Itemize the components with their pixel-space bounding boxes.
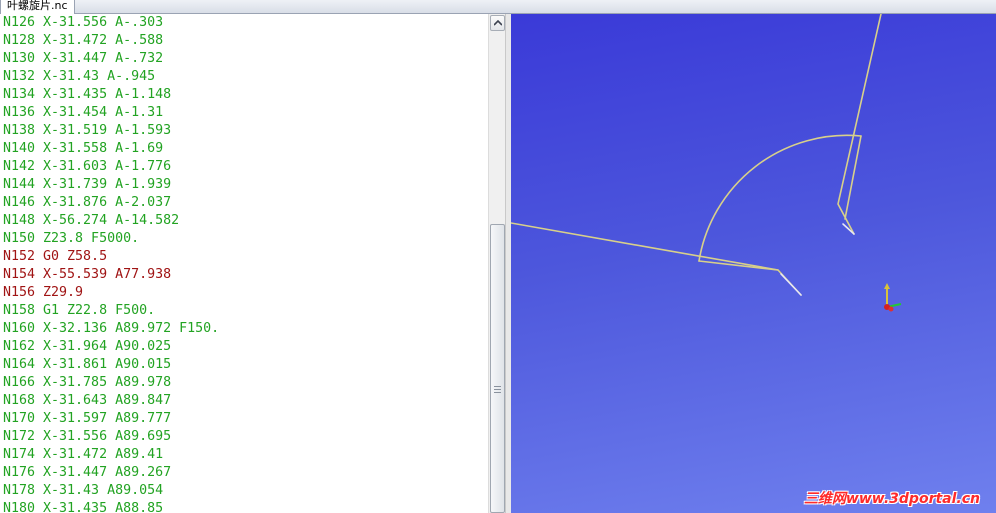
editor-scrollbar[interactable] [488, 14, 505, 513]
scroll-up-button[interactable] [490, 15, 505, 31]
code-line: N156 Z29.9 [3, 285, 84, 300]
code-line: N134 X-31.435 A-1.148 [3, 87, 172, 102]
arrow-up-icon [494, 20, 502, 26]
code-line: N154 X-55.539 A77.938 [3, 267, 172, 282]
code-line: N126 X-31.556 A-.303 [3, 15, 164, 30]
code-line: N140 X-31.558 A-1.69 [3, 141, 164, 156]
scroll-thumb[interactable] [490, 224, 505, 513]
grip-icon [494, 386, 501, 393]
code-line: N170 X-31.597 A89.777 [3, 411, 172, 426]
toolpath-line [837, 14, 882, 235]
code-line: N146 X-31.876 A-2.037 [3, 195, 172, 210]
code-line: N144 X-31.739 A-1.939 [3, 177, 172, 192]
watermark-text: 三维网www.3dportal.cn [803, 491, 980, 507]
code-line: N162 X-31.964 A90.025 [3, 339, 172, 354]
tab-file[interactable]: 叶螺旋片.nc [0, 0, 75, 14]
code-line: N148 X-56.274 A-14.582 [3, 213, 180, 228]
toolpath-line [844, 135, 862, 220]
code-editor[interactable]: N126 X-31.556 A-.303 N128 X-31.472 A-.588… [0, 14, 488, 513]
toolpath-line [842, 223, 855, 235]
code-line: N178 X-31.43 A89.054 [3, 483, 164, 498]
code-line: N160 X-32.136 A89.972 F150. [3, 321, 220, 336]
toolpath-arc [698, 134, 862, 262]
code-line: N132 X-31.43 A-.945 [3, 69, 156, 84]
3d-viewport[interactable]: 三维网www.3dportal.cn [511, 14, 996, 513]
code-line: N166 X-31.785 A89.978 [3, 375, 172, 390]
code-line: N152 G0 Z58.5 [3, 249, 108, 264]
code-line: N174 X-31.472 A89.41 [3, 447, 164, 462]
tab-bar: 叶螺旋片.nc [0, 0, 996, 14]
code-line: N164 X-31.861 A90.015 [3, 357, 172, 372]
code-line: N128 X-31.472 A-.588 [3, 33, 164, 48]
code-line: N172 X-31.556 A89.695 [3, 429, 172, 444]
code-line: N136 X-31.454 A-1.31 [3, 105, 164, 120]
code-line: N130 X-31.447 A-.732 [3, 51, 164, 66]
code-line: N180 X-31.435 A88.85 [3, 501, 164, 513]
toolpath-scene [511, 14, 902, 312]
code-line: N158 G1 Z22.8 F500. [3, 303, 156, 318]
toolpath-line [780, 273, 802, 296]
toolpath-line [511, 222, 802, 296]
code-line: N142 X-31.603 A-1.776 [3, 159, 172, 174]
code-line: N168 X-31.643 A89.847 [3, 393, 172, 408]
code-lines: N126 X-31.556 A-.303 N128 X-31.472 A-.588… [0, 14, 488, 513]
axis-triad-icon [884, 283, 902, 312]
code-line: N150 Z23.8 F5000. [3, 231, 140, 246]
code-line: N176 X-31.447 A89.267 [3, 465, 172, 480]
code-line: N138 X-31.519 A-1.593 [3, 123, 172, 138]
